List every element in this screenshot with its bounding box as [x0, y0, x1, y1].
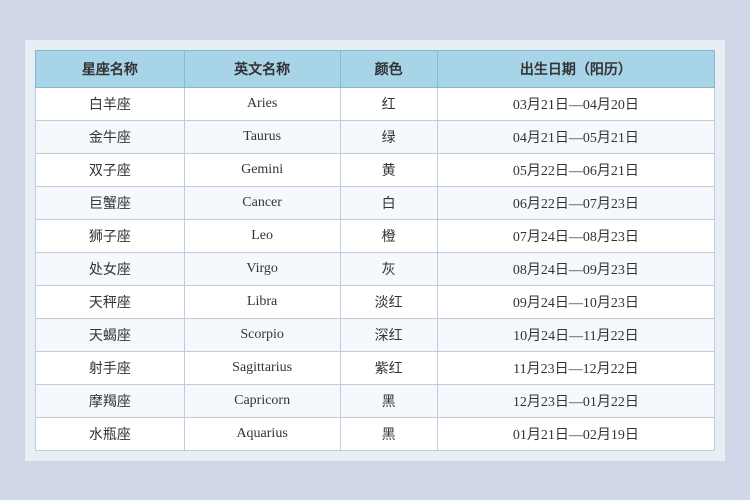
table-row: 双子座Gemini黄05月22日—06月21日 — [36, 153, 715, 186]
header-chinese-name: 星座名称 — [36, 50, 185, 87]
zodiac-table: 星座名称 英文名称 颜色 出生日期（阳历） 白羊座Aries红03月21日—04… — [35, 50, 715, 451]
cell-chinese-name: 摩羯座 — [36, 384, 185, 417]
cell-color: 黄 — [340, 153, 437, 186]
cell-dates: 10月24日—11月22日 — [437, 318, 714, 351]
cell-english-name: Libra — [184, 285, 340, 318]
table-row: 金牛座Taurus绿04月21日—05月21日 — [36, 120, 715, 153]
cell-chinese-name: 水瓶座 — [36, 417, 185, 450]
cell-dates: 06月22日—07月23日 — [437, 186, 714, 219]
cell-english-name: Aquarius — [184, 417, 340, 450]
header-color: 颜色 — [340, 50, 437, 87]
cell-chinese-name: 天蝎座 — [36, 318, 185, 351]
cell-english-name: Leo — [184, 219, 340, 252]
cell-dates: 01月21日—02月19日 — [437, 417, 714, 450]
cell-dates: 08月24日—09月23日 — [437, 252, 714, 285]
cell-chinese-name: 白羊座 — [36, 87, 185, 120]
cell-color: 黑 — [340, 417, 437, 450]
cell-dates: 03月21日—04月20日 — [437, 87, 714, 120]
cell-english-name: Aries — [184, 87, 340, 120]
cell-color: 白 — [340, 186, 437, 219]
cell-chinese-name: 巨蟹座 — [36, 186, 185, 219]
cell-chinese-name: 金牛座 — [36, 120, 185, 153]
cell-chinese-name: 天秤座 — [36, 285, 185, 318]
table-row: 水瓶座Aquarius黑01月21日—02月19日 — [36, 417, 715, 450]
cell-chinese-name: 射手座 — [36, 351, 185, 384]
cell-color: 橙 — [340, 219, 437, 252]
table-header-row: 星座名称 英文名称 颜色 出生日期（阳历） — [36, 50, 715, 87]
cell-color: 红 — [340, 87, 437, 120]
cell-dates: 04月21日—05月21日 — [437, 120, 714, 153]
cell-color: 绿 — [340, 120, 437, 153]
table-row: 天蝎座Scorpio深红10月24日—11月22日 — [36, 318, 715, 351]
header-dates: 出生日期（阳历） — [437, 50, 714, 87]
cell-english-name: Sagittarius — [184, 351, 340, 384]
cell-english-name: Gemini — [184, 153, 340, 186]
cell-chinese-name: 处女座 — [36, 252, 185, 285]
cell-dates: 05月22日—06月21日 — [437, 153, 714, 186]
cell-color: 灰 — [340, 252, 437, 285]
cell-english-name: Taurus — [184, 120, 340, 153]
table-row: 天秤座Libra淡红09月24日—10月23日 — [36, 285, 715, 318]
cell-english-name: Scorpio — [184, 318, 340, 351]
cell-color: 深红 — [340, 318, 437, 351]
header-english-name: 英文名称 — [184, 50, 340, 87]
cell-english-name: Cancer — [184, 186, 340, 219]
main-container: 星座名称 英文名称 颜色 出生日期（阳历） 白羊座Aries红03月21日—04… — [25, 40, 725, 461]
cell-dates: 07月24日—08月23日 — [437, 219, 714, 252]
cell-color: 紫红 — [340, 351, 437, 384]
table-row: 白羊座Aries红03月21日—04月20日 — [36, 87, 715, 120]
cell-chinese-name: 狮子座 — [36, 219, 185, 252]
cell-english-name: Virgo — [184, 252, 340, 285]
table-row: 处女座Virgo灰08月24日—09月23日 — [36, 252, 715, 285]
cell-dates: 11月23日—12月22日 — [437, 351, 714, 384]
table-row: 狮子座Leo橙07月24日—08月23日 — [36, 219, 715, 252]
cell-dates: 12月23日—01月22日 — [437, 384, 714, 417]
cell-color: 黑 — [340, 384, 437, 417]
table-row: 巨蟹座Cancer白06月22日—07月23日 — [36, 186, 715, 219]
table-row: 射手座Sagittarius紫红11月23日—12月22日 — [36, 351, 715, 384]
cell-chinese-name: 双子座 — [36, 153, 185, 186]
cell-color: 淡红 — [340, 285, 437, 318]
table-row: 摩羯座Capricorn黑12月23日—01月22日 — [36, 384, 715, 417]
cell-dates: 09月24日—10月23日 — [437, 285, 714, 318]
cell-english-name: Capricorn — [184, 384, 340, 417]
